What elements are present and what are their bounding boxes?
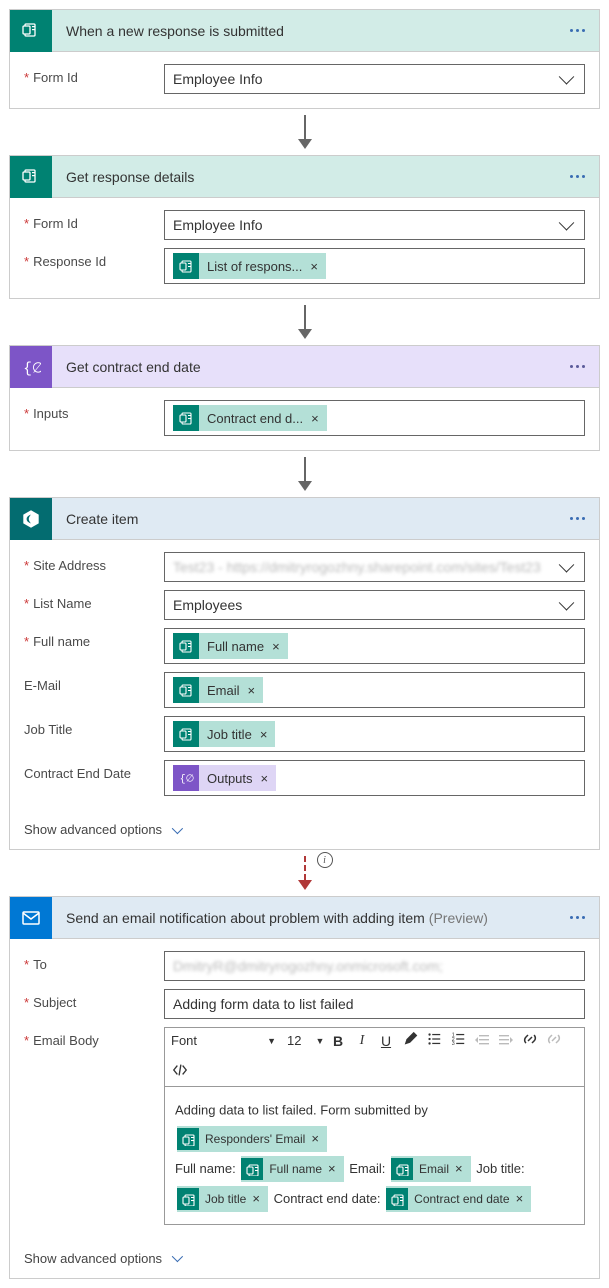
token-remove-button[interactable]: × xyxy=(246,683,264,698)
flow-arrow-icon xyxy=(9,299,600,345)
form-id-label: Form Id xyxy=(24,210,164,231)
flow-arrow-icon xyxy=(9,109,600,155)
code-view-button[interactable] xyxy=(171,1062,189,1081)
token-remove-button[interactable]: × xyxy=(250,1186,268,1212)
card-menu-button[interactable] xyxy=(570,517,599,520)
bullet-list-button[interactable] xyxy=(425,1031,443,1050)
flow-arrow-icon xyxy=(9,451,600,497)
to-input[interactable]: DmitryR@dmitryrogozhny.onmicrosoft.com; xyxy=(164,951,585,981)
italic-button[interactable]: I xyxy=(353,1033,371,1049)
email-input[interactable]: Email × xyxy=(164,672,585,708)
email-body-label: Email Body xyxy=(24,1027,164,1048)
text-color-button[interactable] xyxy=(401,1031,419,1050)
subject-input[interactable]: Adding form data to list failed xyxy=(164,989,585,1019)
send-email-title: Send an email notification about problem… xyxy=(52,910,570,926)
token-remove-button[interactable]: × xyxy=(453,1156,471,1182)
show-advanced-options-button[interactable]: Show advanced options xyxy=(10,1239,599,1278)
dynamic-token[interactable]: Responders' Email × xyxy=(177,1126,327,1152)
dynamic-token[interactable]: Email × xyxy=(391,1156,471,1182)
forms-icon xyxy=(10,10,52,52)
token-remove-button[interactable]: × xyxy=(308,259,326,274)
dynamic-token[interactable]: Contract end d... × xyxy=(173,405,327,431)
job-title-label: Job Title xyxy=(24,716,164,737)
numbered-list-button[interactable] xyxy=(449,1031,467,1050)
get-response-title: Get response details xyxy=(52,169,570,185)
outdent-button[interactable] xyxy=(473,1031,491,1050)
preview-label: (Preview) xyxy=(429,910,488,926)
token-remove-button[interactable]: × xyxy=(326,1156,344,1182)
full-name-input[interactable]: Full name × xyxy=(164,628,585,664)
job-title-input[interactable]: Job title × xyxy=(164,716,585,752)
form-id-label: Form Id xyxy=(24,64,164,85)
compose-card: {∅} Get contract end date Inputs Contrac… xyxy=(9,345,600,451)
dynamic-token[interactable]: Contract end date × xyxy=(386,1186,531,1212)
card-menu-button[interactable] xyxy=(570,175,599,178)
font-size-select[interactable]: 12▼ xyxy=(287,1033,323,1048)
error-flow-arrow-icon: i xyxy=(9,850,600,896)
to-label: To xyxy=(24,951,164,972)
dynamic-token[interactable]: Job title × xyxy=(177,1186,268,1212)
form-id-select[interactable]: Employee Info xyxy=(164,64,585,94)
subject-label: Subject xyxy=(24,989,164,1010)
show-advanced-options-button[interactable]: Show advanced options xyxy=(10,810,599,849)
token-remove-button[interactable]: × xyxy=(309,1126,327,1152)
token-remove-button[interactable]: × xyxy=(258,727,276,742)
list-name-label: List Name xyxy=(24,590,164,611)
response-id-label: Response Id xyxy=(24,248,164,269)
underline-button[interactable]: U xyxy=(377,1033,395,1049)
token-remove-button[interactable]: × xyxy=(514,1186,532,1212)
trigger-title: When a new response is submitted xyxy=(52,23,570,39)
svg-text:{∅}: {∅} xyxy=(180,774,194,785)
trigger-header: When a new response is submitted xyxy=(10,10,599,52)
unlink-button[interactable] xyxy=(545,1031,563,1050)
list-name-select[interactable]: Employees xyxy=(164,590,585,620)
dynamic-token[interactable]: List of respons... × xyxy=(173,253,326,279)
email-body-editor[interactable]: Adding data to list failed. Form submitt… xyxy=(164,1087,585,1225)
compose-header: {∅} Get contract end date xyxy=(10,346,599,388)
dynamic-token[interactable]: {∅} Outputs × xyxy=(173,765,276,791)
dynamic-token[interactable]: Full name × xyxy=(173,633,288,659)
forms-icon xyxy=(10,156,52,198)
email-label: E-Mail xyxy=(24,672,164,693)
sharepoint-icon xyxy=(10,498,52,540)
card-menu-button[interactable] xyxy=(570,916,599,919)
send-email-header: Send an email notification about problem… xyxy=(10,897,599,939)
contract-end-date-input[interactable]: {∅} Outputs × xyxy=(164,760,585,796)
create-item-card: Create item Site Address Test23 - https:… xyxy=(9,497,600,850)
get-response-header: Get response details xyxy=(10,156,599,198)
form-id-select[interactable]: Employee Info xyxy=(164,210,585,240)
chevron-down-icon xyxy=(172,1251,183,1262)
inputs-label: Inputs xyxy=(24,400,164,421)
full-name-label: Full name xyxy=(24,628,164,649)
card-menu-button[interactable] xyxy=(570,29,599,32)
svg-text:{∅}: {∅} xyxy=(23,361,41,376)
data-ops-icon: {∅} xyxy=(10,346,52,388)
token-remove-button[interactable]: × xyxy=(270,639,288,654)
inputs-field[interactable]: Contract end d... × xyxy=(164,400,585,436)
contract-end-date-label: Contract End Date xyxy=(24,760,164,781)
dynamic-token[interactable]: Full name × xyxy=(241,1156,343,1182)
get-response-card: Get response details Form Id Employee In… xyxy=(9,155,600,299)
token-remove-button[interactable]: × xyxy=(259,771,277,786)
link-button[interactable] xyxy=(521,1031,539,1050)
site-address-select[interactable]: Test23 - https://dmitryrogozhny.sharepoi… xyxy=(164,552,585,582)
dynamic-token[interactable]: Job title × xyxy=(173,721,275,747)
mail-icon xyxy=(10,897,52,939)
response-id-input[interactable]: List of respons... × xyxy=(164,248,585,284)
dynamic-token[interactable]: Email × xyxy=(173,677,263,703)
rich-text-toolbar: Font▼ 12▼ B I U xyxy=(164,1027,585,1087)
indent-button[interactable] xyxy=(497,1031,515,1050)
font-select[interactable]: Font▼ xyxy=(171,1033,281,1048)
bold-button[interactable]: B xyxy=(329,1033,347,1049)
trigger-card: When a new response is submitted Form Id… xyxy=(9,9,600,109)
card-menu-button[interactable] xyxy=(570,365,599,368)
create-item-header: Create item xyxy=(10,498,599,540)
send-email-card: Send an email notification about problem… xyxy=(9,896,600,1279)
info-icon[interactable]: i xyxy=(317,852,333,868)
create-item-title: Create item xyxy=(52,511,570,527)
token-remove-button[interactable]: × xyxy=(309,411,327,426)
site-address-label: Site Address xyxy=(24,552,164,573)
compose-title: Get contract end date xyxy=(52,359,570,375)
chevron-down-icon xyxy=(172,822,183,833)
